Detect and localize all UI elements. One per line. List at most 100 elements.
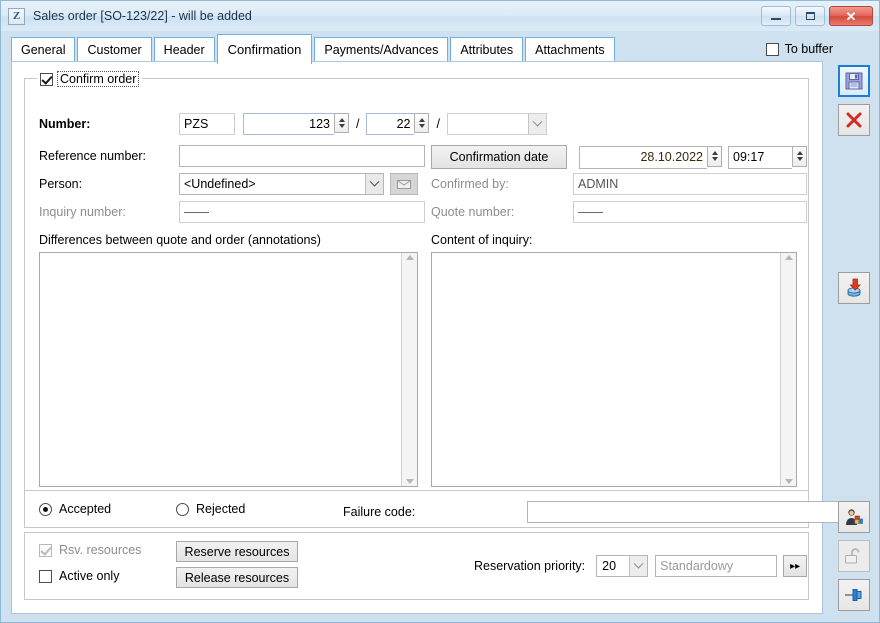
reserve-resources-button[interactable]: Reserve resources xyxy=(176,541,298,562)
number-year-spinbox[interactable]: 22 xyxy=(366,113,430,135)
number-year-field[interactable]: 22 xyxy=(366,113,415,135)
spinner-down-icon[interactable] xyxy=(796,157,803,161)
confirmed-by-label: Confirmed by: xyxy=(431,177,509,191)
scroll-down-icon[interactable] xyxy=(405,479,414,484)
right-toolbar xyxy=(835,65,873,618)
confirm-order-group: Confirm order Number: PZS 123 / 22 / Ref… xyxy=(24,70,809,498)
tab-payments-advances[interactable]: Payments/Advances xyxy=(314,37,449,62)
failure-code-row: Failure code: xyxy=(343,501,858,523)
minimize-button[interactable] xyxy=(761,6,791,26)
confirmation-date-spinbox[interactable]: 28.10.2022 xyxy=(579,145,722,169)
cancel-button[interactable] xyxy=(838,104,870,136)
scroll-up-icon[interactable] xyxy=(405,255,414,260)
tab-attributes[interactable]: Attributes xyxy=(450,37,524,62)
import-button[interactable] xyxy=(838,272,870,304)
maximize-button[interactable] xyxy=(795,6,825,26)
rejected-radio-circle[interactable] xyxy=(176,502,189,516)
failure-code-label: Failure code: xyxy=(343,505,416,519)
title-bar: Z Sales order [SO-123/22] - will be adde… xyxy=(1,1,879,31)
spinner-up-icon[interactable] xyxy=(711,151,718,155)
tab-confirmation[interactable]: Confirmation xyxy=(216,34,313,64)
scroll-up-icon[interactable] xyxy=(784,255,793,260)
number-extra-combo[interactable] xyxy=(446,113,547,135)
toolbar-spacer-2 xyxy=(835,311,873,501)
rejected-radio[interactable]: Rejected xyxy=(176,502,245,516)
chevron-down-icon[interactable] xyxy=(629,556,648,576)
tab-customer[interactable]: Customer xyxy=(77,37,152,62)
failure-code-combo[interactable] xyxy=(527,501,858,523)
confirm-order-legend[interactable]: Confirm order xyxy=(37,70,143,88)
confirmation-time-field[interactable]: 09:17 xyxy=(728,145,792,169)
rejected-label: Rejected xyxy=(196,502,246,516)
pin-icon xyxy=(845,589,862,601)
release-resources-button[interactable]: Release resources xyxy=(176,567,298,588)
inquiry-number-value: —— xyxy=(179,201,425,223)
confirm-order-checkbox[interactable] xyxy=(40,72,53,86)
confirmation-time-spinbox[interactable]: 09:17 xyxy=(728,145,807,169)
inquiry-number-label: Inquiry number: xyxy=(39,205,126,219)
confirmation-date-spinner[interactable] xyxy=(707,145,722,167)
differences-scrollbar[interactable] xyxy=(401,253,417,486)
number-prefix-field[interactable]: PZS xyxy=(179,113,235,135)
content-of-inquiry-label: Content of inquiry: xyxy=(431,233,533,247)
reservation-priority-label: Reservation priority: xyxy=(474,559,586,573)
active-only-checkbox-box[interactable] xyxy=(39,569,52,583)
chevron-down-icon[interactable] xyxy=(365,174,383,194)
content-of-inquiry-scrollbar[interactable] xyxy=(780,253,796,486)
confirmation-date-button[interactable]: Confirmation date xyxy=(431,145,567,169)
active-only-label: Active only xyxy=(59,569,120,583)
to-buffer-checkbox[interactable]: To buffer xyxy=(765,42,833,56)
spinner-down-icon[interactable] xyxy=(338,124,345,128)
send-email-button[interactable] xyxy=(390,173,418,195)
number-serial-spinner[interactable] xyxy=(334,113,349,133)
reservation-priority-row: Reservation priority: 20 Standardowy ▸▸ xyxy=(474,555,808,577)
confirmation-time-spinner[interactable] xyxy=(792,145,807,167)
rsv-resources-checkbox-box xyxy=(39,543,52,557)
spinner-up-icon[interactable] xyxy=(418,118,425,122)
active-only-checkbox[interactable]: Active only xyxy=(39,569,119,583)
reservation-priority-combo[interactable]: 20 xyxy=(596,555,649,577)
rsv-resources-checkbox: Rsv. resources xyxy=(39,543,141,557)
accepted-radio-circle[interactable] xyxy=(39,502,52,516)
reference-number-input[interactable] xyxy=(179,145,425,167)
confirmation-date-field[interactable]: 28.10.2022 xyxy=(579,145,707,169)
cross-icon xyxy=(846,112,862,128)
quote-number-row: Quote number: —— xyxy=(431,201,807,223)
confirmation-panel: Confirm order Number: PZS 123 / 22 / Ref… xyxy=(11,61,858,614)
number-separator-2: / xyxy=(436,117,440,131)
spinner-down-icon[interactable] xyxy=(418,124,425,128)
person-combo[interactable]: <Undefined> xyxy=(179,173,384,195)
spinner-up-icon[interactable] xyxy=(338,118,345,122)
content-of-inquiry-textarea[interactable] xyxy=(431,252,797,487)
priority-more-button[interactable]: ▸▸ xyxy=(783,555,808,577)
resources-box: Rsv. resources Active only Reserve resou… xyxy=(24,532,809,600)
number-serial-spinbox[interactable]: 123 xyxy=(243,113,349,135)
number-serial-field[interactable]: 123 xyxy=(243,113,334,135)
tab-attachments[interactable]: Attachments xyxy=(525,37,615,62)
number-row: Number: PZS 123 / 22 / xyxy=(39,113,547,135)
spinner-down-icon[interactable] xyxy=(711,157,718,161)
minimize-icon xyxy=(771,18,781,20)
scroll-down-icon[interactable] xyxy=(784,479,793,484)
chevron-down-icon[interactable] xyxy=(527,114,546,134)
spinner-up-icon[interactable] xyxy=(796,151,803,155)
to-buffer-checkbox-box[interactable] xyxy=(765,42,779,56)
differences-textarea[interactable] xyxy=(39,252,418,487)
save-button[interactable] xyxy=(838,65,870,97)
permissions-button[interactable] xyxy=(838,501,870,533)
application-window: Z Sales order [SO-123/22] - will be adde… xyxy=(0,0,880,623)
tab-general[interactable]: General xyxy=(11,37,76,62)
reservation-priority-name-field[interactable]: Standardowy xyxy=(655,555,778,577)
accepted-radio[interactable]: Accepted xyxy=(39,502,111,516)
close-button[interactable]: ✕ xyxy=(829,6,873,26)
differences-textarea-body[interactable] xyxy=(40,253,401,486)
tab-header[interactable]: Header xyxy=(153,37,215,62)
number-year-spinner[interactable] xyxy=(414,113,430,133)
envelope-icon xyxy=(397,179,411,189)
pin-button[interactable] xyxy=(838,579,870,611)
content-of-inquiry-textarea-body[interactable] xyxy=(432,253,780,486)
content-of-inquiry-label-row: Content of inquiry: xyxy=(431,233,532,247)
number-label: Number: xyxy=(39,117,91,131)
person-icon xyxy=(846,509,863,525)
differences-label-row: Differences between quote and order (ann… xyxy=(39,233,321,247)
